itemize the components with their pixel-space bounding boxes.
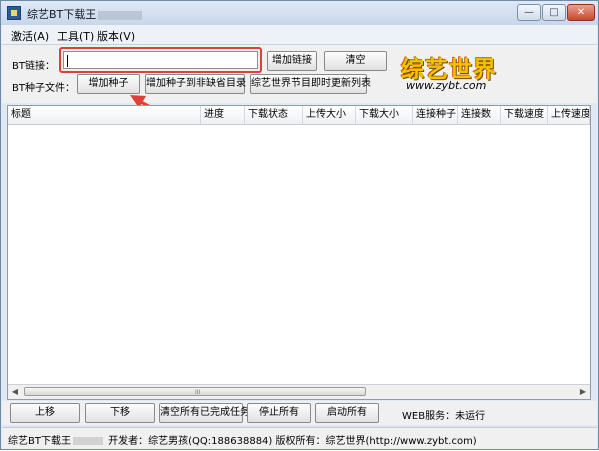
list-header: 标题 进度 下载状态 上传大小 下载大小 连接种子 连接数 下载速度 上传速度 [8, 106, 590, 125]
clear-completed-button[interactable]: 清空所有已完成任务 [159, 403, 250, 423]
start-all-button[interactable]: 启动所有 [315, 403, 379, 423]
close-button[interactable]: ✕ [567, 4, 595, 21]
redacted-title-area [98, 10, 143, 20]
window-title: 综艺BT下载王 [27, 6, 143, 22]
minimize-button[interactable]: — [517, 4, 541, 21]
col-connections[interactable]: 连接数 [458, 106, 501, 124]
col-download-status[interactable]: 下载状态 [245, 106, 303, 124]
add-torrent-button[interactable]: 增加种子 [77, 74, 140, 94]
menu-version[interactable]: 版本(V) [97, 28, 135, 44]
redacted-status-area [72, 437, 103, 445]
task-list[interactable]: 标题 进度 下载状态 上传大小 下载大小 连接种子 连接数 下载速度 上传速度 … [7, 105, 591, 400]
col-title[interactable]: 标题 [8, 106, 201, 124]
scroll-left-icon[interactable]: ◀ [8, 385, 22, 398]
col-connected-seeds[interactable]: 连接种子 [413, 106, 458, 124]
logo: 综艺世界 www.zybt.com [397, 50, 525, 94]
status-text: 综艺BT下载王 开发者：综艺男孩(QQ:188638884) 版权所有：综艺世界… [8, 432, 477, 447]
torrent-file-label: BT种子文件： [12, 83, 75, 94]
col-upload-size[interactable]: 上传大小 [303, 106, 356, 124]
menu-activate[interactable]: 激活(A) [11, 28, 49, 44]
app-window: 综艺BT下载王 — □ ✕ 激活(A) 工具(T) 版本(V) BT链接： 增加… [0, 0, 599, 450]
add-torrent-dir-button[interactable]: 增加种子到非缺省目录 [145, 74, 246, 94]
update-list-button[interactable]: 综艺世界节目即时更新列表 [250, 74, 371, 94]
add-link-button[interactable]: 增加链接 [267, 51, 317, 71]
stop-all-button[interactable]: 停止所有 [247, 403, 311, 423]
bt-link-input[interactable] [63, 51, 258, 69]
window-title-text: 综艺BT下载王 [27, 8, 97, 21]
move-down-button[interactable]: 下移 [85, 403, 155, 423]
move-up-button[interactable]: 上移 [10, 403, 80, 423]
menu-bar: 激活(A) 工具(T) 版本(V) [2, 25, 597, 45]
app-icon [7, 6, 21, 20]
clear-button[interactable]: 清空 [324, 51, 387, 71]
col-download-speed[interactable]: 下载速度 [501, 106, 548, 124]
web-service-status: WEB服务：未运行 [402, 411, 486, 422]
col-upload-speed[interactable]: 上传速度 [548, 106, 590, 124]
scroll-thumb[interactable]: III [24, 387, 366, 396]
scroll-grip: III [195, 389, 201, 396]
menu-tools[interactable]: 工具(T) [57, 28, 94, 44]
bt-link-label: BT链接： [12, 61, 55, 72]
status-bar: 综艺BT下载王 开发者：综艺男孩(QQ:188638884) 版权所有：综艺世界… [2, 427, 597, 449]
horizontal-scrollbar[interactable]: ◀ III ▶ [8, 384, 590, 399]
maximize-button[interactable]: □ [542, 4, 566, 21]
col-download-size[interactable]: 下载大小 [356, 106, 413, 124]
logo-url: www.zybt.com [406, 79, 487, 92]
status-app-name: 综艺BT下载王 [8, 436, 71, 447]
status-credits: 开发者：综艺男孩(QQ:188638884) 版权所有：综艺世界(http://… [104, 436, 477, 447]
scroll-right-icon[interactable]: ▶ [576, 385, 590, 398]
text-caret [67, 55, 68, 67]
col-progress[interactable]: 进度 [201, 106, 245, 124]
bottom-toolbar: 上移 下移 清空所有已完成任务 停止所有 启动所有 WEB服务：未运行 [2, 401, 597, 425]
title-bar[interactable]: 综艺BT下载王 — □ ✕ [1, 1, 598, 25]
